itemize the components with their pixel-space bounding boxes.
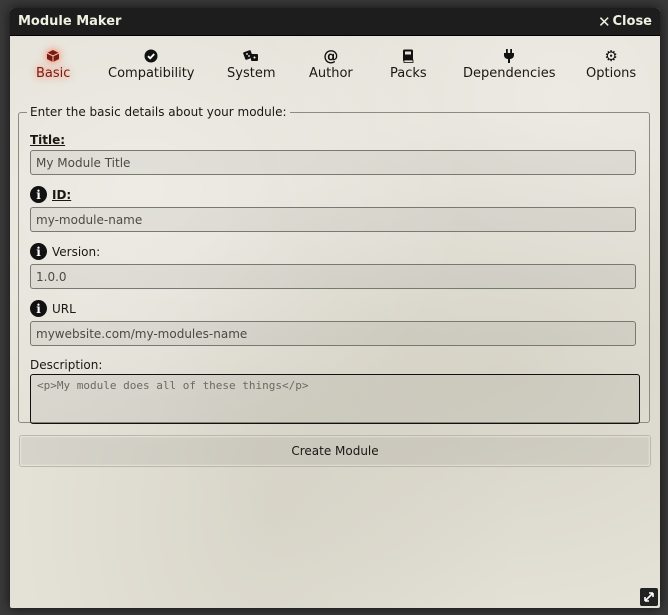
id-input[interactable] bbox=[30, 207, 636, 232]
title-label: Title: bbox=[30, 133, 66, 147]
basic-details-fieldset: Enter the basic details about your modul… bbox=[18, 105, 650, 424]
module-maker-window: Module Maker ✕ Close Basic Compatibility… bbox=[10, 8, 660, 608]
id-label: ID: bbox=[52, 187, 72, 202]
create-module-button[interactable]: Create Module bbox=[19, 435, 651, 467]
tab-label: Dependencies bbox=[463, 66, 556, 81]
tab-label: Basic bbox=[36, 66, 71, 81]
fieldset-legend: Enter the basic details about your modul… bbox=[30, 105, 287, 119]
tab-label: Compatibility bbox=[108, 66, 195, 81]
info-icon[interactable]: i bbox=[30, 300, 47, 317]
tab-bar: Basic Compatibility System @ Author Pack… bbox=[10, 47, 660, 88]
url-label: URL bbox=[52, 301, 76, 316]
tab-label: Options bbox=[586, 66, 637, 81]
tab-packs[interactable]: Packs bbox=[390, 48, 427, 81]
info-icon[interactable]: i bbox=[30, 186, 47, 203]
tab-basic[interactable]: Basic bbox=[36, 48, 70, 81]
close-icon: ✕ bbox=[597, 12, 611, 31]
version-label: Version: bbox=[52, 244, 101, 259]
dice-icon bbox=[243, 48, 259, 64]
title-input[interactable] bbox=[30, 150, 636, 175]
id-label-row: i ID: bbox=[30, 186, 71, 203]
close-button[interactable]: ✕ Close bbox=[598, 13, 652, 31]
resize-handle[interactable] bbox=[640, 588, 658, 606]
tab-label: Author bbox=[309, 66, 353, 81]
tab-label: System bbox=[227, 66, 276, 81]
tab-author[interactable]: @ Author bbox=[309, 47, 353, 81]
description-label: Description: bbox=[30, 358, 103, 372]
tab-dependencies[interactable]: Dependencies bbox=[463, 48, 556, 81]
tab-compatibility[interactable]: Compatibility bbox=[108, 48, 195, 81]
check-circle-icon bbox=[144, 48, 158, 64]
book-icon bbox=[402, 48, 414, 64]
resize-icon bbox=[644, 592, 654, 602]
gear-icon: ⚙ bbox=[604, 47, 618, 65]
version-label-row: i Version: bbox=[30, 243, 100, 260]
tab-system[interactable]: System bbox=[227, 48, 275, 81]
url-label-row: i URL bbox=[30, 300, 76, 317]
plug-icon bbox=[503, 48, 515, 64]
at-icon: @ bbox=[323, 47, 339, 65]
window-title: Module Maker bbox=[18, 14, 122, 29]
description-textarea[interactable] bbox=[30, 374, 640, 424]
cube-icon bbox=[46, 48, 60, 64]
window-titlebar[interactable]: Module Maker ✕ Close bbox=[10, 8, 660, 36]
version-input[interactable] bbox=[30, 264, 636, 289]
info-icon[interactable]: i bbox=[30, 243, 47, 260]
tab-options[interactable]: ⚙ Options bbox=[586, 47, 637, 81]
url-input[interactable] bbox=[30, 321, 636, 346]
tab-label: Packs bbox=[390, 66, 427, 81]
close-label: Close bbox=[612, 14, 652, 29]
